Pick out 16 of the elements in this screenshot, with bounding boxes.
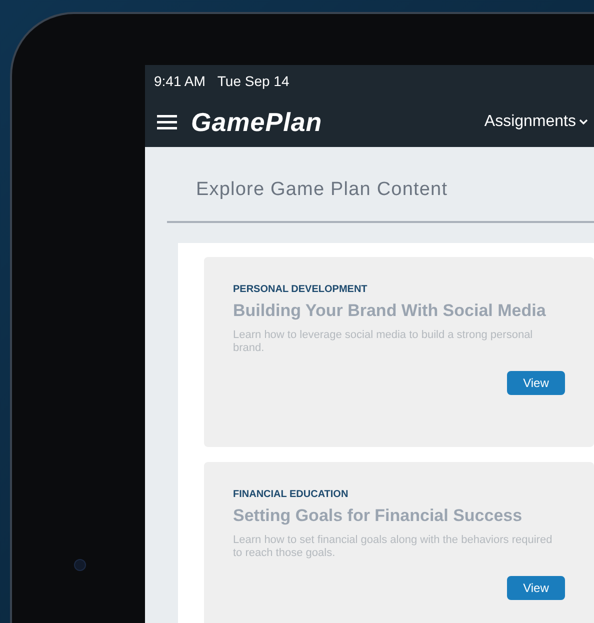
- card-category: FINANCIAL EDUCATION: [233, 489, 350, 500]
- menu-icon[interactable]: [157, 114, 177, 130]
- chevron-down-icon: [579, 119, 588, 125]
- card-description: Learn how to leverage social media to build a strong personal brand.: [233, 329, 534, 355]
- view-button[interactable]: View: [507, 371, 565, 395]
- page-title: Explore Game Plan Content: [167, 147, 594, 223]
- view-button[interactable]: View: [507, 576, 565, 600]
- status-time: 9:41 AM: [154, 73, 206, 89]
- camera-icon: [74, 559, 86, 571]
- card-title: Building Your Brand With Social Media: [233, 301, 547, 321]
- card-title: Setting Goals for Financial Success: [233, 506, 524, 526]
- assignments-menu[interactable]: Assignments: [484, 113, 588, 131]
- card-category: PERSONAL DEVELOPMENT: [233, 284, 368, 295]
- status-date: Tue Sep 14: [217, 73, 290, 89]
- card-description: Learn how to set financial goals along with the behaviors required to reach those goals.: [233, 534, 554, 560]
- app-logo: GamePlan: [191, 106, 322, 138]
